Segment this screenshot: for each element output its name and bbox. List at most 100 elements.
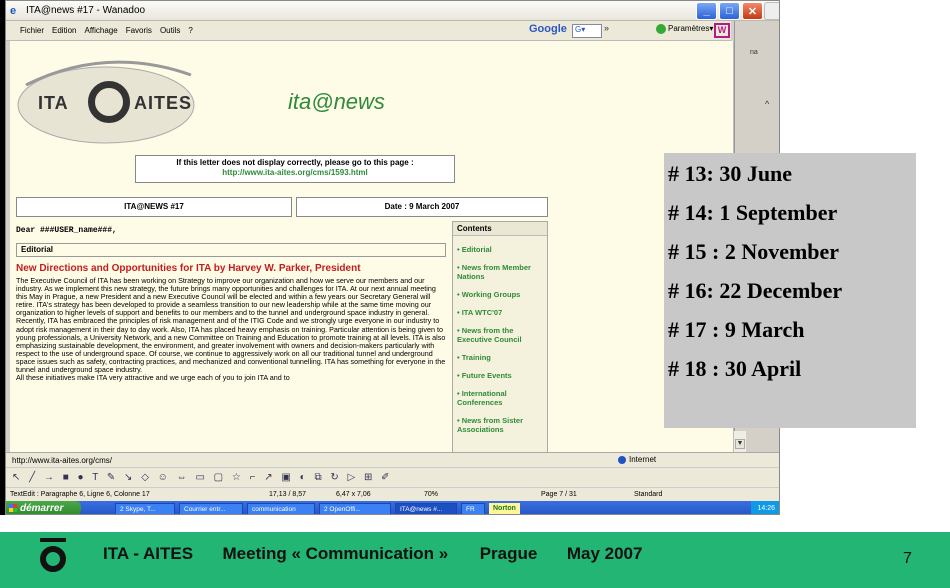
schedule-item: # 17 : 9 March [668, 317, 805, 342]
article-headline[interactable]: New Directions and Opportunities for ITA… [16, 264, 361, 274]
logo-ring-icon [88, 81, 130, 123]
menu-edition[interactable]: Edition [52, 26, 76, 35]
contents-link-working-groups[interactable]: • Working Groups [457, 290, 543, 299]
browser-status-bar: http://www.ita-aites.org/cms/ Internet [6, 452, 779, 467]
menu-favoris[interactable]: Favoris [126, 26, 152, 35]
settings-label: Paramètres▾ [668, 24, 714, 34]
menu-fichier[interactable]: Fichier [20, 26, 44, 35]
window-title: ITA@news #17 - Wanadoo [26, 5, 146, 16]
google-search-box[interactable]: G▾ [572, 24, 602, 38]
settings-button[interactable]: Paramètres▾ [656, 24, 713, 34]
notice-link[interactable]: http://www.ita-aites.org/cms/1593.html [136, 168, 454, 178]
ie-icon: e [10, 4, 17, 17]
contents-link-label: ITA WTC'07 [461, 308, 503, 317]
taskbar-item-openoffice[interactable]: 2 OpenOffi... [319, 502, 391, 514]
notice-text: If this letter does not display correctl… [176, 158, 414, 167]
contents-link-member-nations[interactable]: • News from Member Nations [457, 263, 543, 281]
window-controls: _ □ ✕ [696, 2, 763, 20]
newsletter-logo: ITA AITES [16, 45, 456, 145]
contents-link-future-events[interactable]: • Future Events [457, 371, 543, 380]
object-position: 17,13 / 8,57 [269, 491, 306, 498]
taskbar: démarrer 2 Skype, T... Courrier entr... … [6, 501, 779, 514]
contents-link-training[interactable]: • Training [457, 353, 543, 362]
contents-link-label: Editorial [461, 245, 492, 254]
issue-schedule-box: # 13: 30 June # 14: 1 September # 15 : 2… [664, 153, 916, 428]
security-zone: Internet [618, 455, 656, 464]
zoom-level[interactable]: 70% [424, 488, 438, 501]
document-status-bar: TextEdit : Paragraphe 6, Ligne 6, Colonn… [6, 487, 779, 501]
close-button[interactable]: ✕ [742, 2, 763, 20]
slide-footer: ITA - AITES Meeting « Communication » Pr… [0, 532, 950, 588]
globe-icon [618, 455, 626, 464]
display-notice: If this letter does not display correctl… [135, 155, 455, 183]
cursor-position-text: TextEdit : Paragraphe 6, Ligne 6, Colonn… [10, 491, 150, 498]
contents-link-label: Training [461, 353, 491, 362]
newsletter-title: ita@news [288, 89, 385, 114]
norton-tray[interactable]: Norton [489, 502, 520, 514]
footer-date: May 2007 [566, 544, 643, 563]
menu-bar: Fichier Edition Affichage Favoris Outils… [6, 21, 731, 41]
contents-link-conferences[interactable]: • International Conferences [457, 389, 543, 407]
logo-bar [40, 538, 66, 542]
minimize-button[interactable]: _ [696, 2, 717, 20]
article-body: The Executive Council of ITA has been wo… [16, 276, 446, 383]
contents-link-editorial[interactable]: • Editorial [457, 245, 543, 254]
contents-title: Contents [453, 222, 547, 236]
status-url: http://www.ita-aites.org/cms/ [12, 455, 113, 465]
footer-meeting: Meeting « Communication » [222, 544, 449, 563]
contents-link-label: News from Member Nations [457, 263, 531, 281]
schedule-item: # 14: 1 September [668, 200, 838, 225]
language-indicator[interactable]: FR [461, 502, 485, 514]
footer-caption: ITA - AITES Meeting « Communication » Pr… [103, 544, 642, 564]
drawing-toolbar[interactable]: ↖ ╱ → ■ ● T ✎ ↘ ◇ ☺ ⇔ ▭ ▢ ☆ ⌐ ↗ ▣ ◐ ⧉ ↻ … [6, 467, 779, 487]
menu-outils[interactable]: Outils [160, 26, 180, 35]
footer-org: ITA - AITES [103, 544, 194, 563]
contents-link-label: Working Groups [461, 290, 521, 299]
article: Dear ###USER_name###, Editorial New Dire… [16, 221, 446, 452]
contents-panel: Contents • Editorial • News from Member … [452, 221, 548, 452]
settings-icon [656, 24, 666, 34]
logo-ita-text: ITA [38, 93, 69, 113]
page-indicator: Page 7 / 31 [541, 491, 577, 498]
google-toolbar-logo: Google [529, 23, 567, 35]
background-window-text: na [750, 49, 758, 56]
contents-link-sister-associations[interactable]: • News from Sister Associations [457, 416, 543, 434]
slide-page-number: 7 [903, 550, 912, 567]
taskbar-item-skype[interactable]: 2 Skype, T... [115, 502, 175, 514]
taskbar-item-browser[interactable]: ITA@news #... [395, 502, 457, 514]
date-label: Date : 9 March 2007 [296, 197, 548, 217]
menu-affichage[interactable]: Affichage [84, 26, 117, 35]
menu-help[interactable]: ? [188, 26, 192, 35]
schedule-item: # 18 : 30 April [668, 356, 802, 381]
logo-aites-text: AITES [134, 93, 193, 113]
taskbar-item-folder[interactable]: communication [247, 502, 315, 514]
newsletter-page: ITA AITES ita@news If this letter does n… [10, 41, 733, 452]
zone-label: Internet [629, 455, 657, 464]
contents-link-wtc07[interactable]: • ITA WTC'07 [457, 308, 543, 317]
contents-link-label: Future Events [461, 371, 512, 380]
ita-logo-icon [40, 538, 70, 572]
toolbar-more-button[interactable]: » [604, 23, 609, 33]
background-window-edge [764, 2, 779, 20]
footer-city: Prague [479, 544, 538, 563]
background-scroll-up-icon: ^ [765, 99, 770, 109]
schedule-item: # 15 : 2 November [668, 239, 840, 264]
scroll-down-icon[interactable]: ▼ [735, 439, 745, 449]
w-toolbar-button[interactable]: W [714, 23, 730, 38]
schedule-item: # 16: 22 December [668, 278, 843, 303]
system-clock: 14:26 [751, 501, 779, 514]
contents-link-label: International Conferences [457, 389, 507, 407]
start-button[interactable]: démarrer [6, 501, 81, 514]
issue-label: ITA@NEWS #17 [16, 197, 292, 217]
title-bar: e ITA@news #17 - Wanadoo [6, 1, 779, 21]
schedule-item: # 13: 30 June [668, 161, 793, 186]
section-bar: Editorial [16, 243, 446, 257]
page-style: Standard [634, 491, 663, 498]
maximize-button[interactable]: □ [719, 2, 740, 20]
contents-link-label: News from the Executive Council [457, 326, 522, 344]
object-size: 6,47 x 7,06 [336, 491, 371, 498]
contents-link-executive-council[interactable]: • News from the Executive Council [457, 326, 543, 344]
contents-link-label: News from Sister Associations [457, 416, 523, 434]
greeting: Dear ###USER_name###, [16, 226, 117, 235]
taskbar-item-mail[interactable]: Courrier entr... [179, 502, 243, 514]
